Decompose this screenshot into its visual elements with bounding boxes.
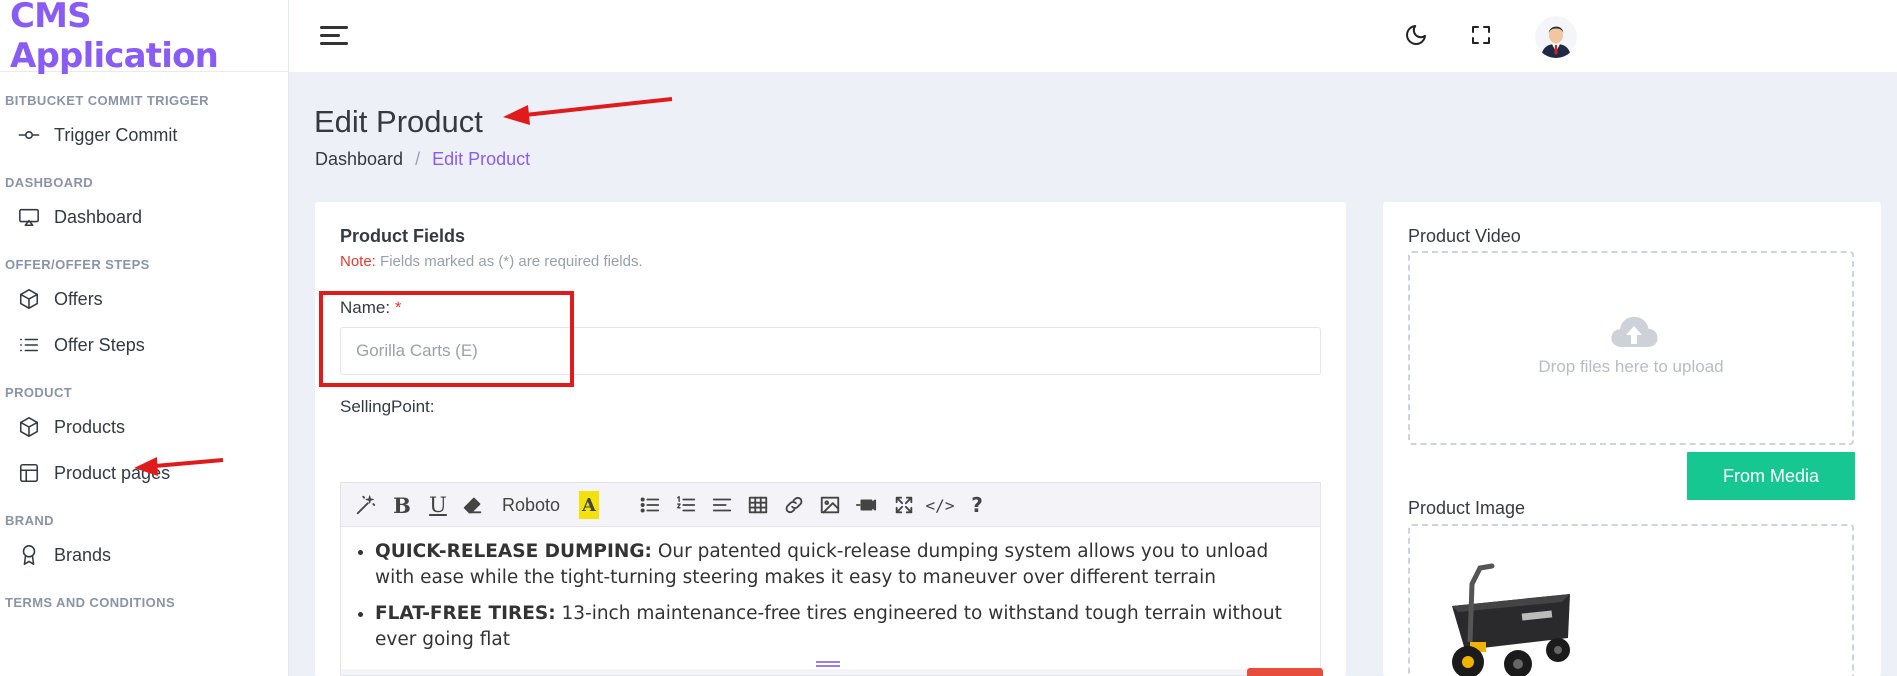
editor-toolbar: B U Roboto A </> ? (341, 483, 1320, 527)
help-icon[interactable]: ? (967, 491, 987, 519)
sidebar-item-label: Product pages (54, 462, 171, 483)
list-icon (17, 333, 41, 357)
image-dropzone[interactable] (1408, 524, 1854, 676)
app-logo[interactable]: CMS Application (0, 0, 288, 76)
link-icon[interactable] (781, 491, 807, 519)
required-note: Note: Fields marked as (*) are required … (340, 253, 643, 270)
bold-icon[interactable]: B (391, 491, 413, 519)
underline-icon[interactable]: U (427, 491, 449, 519)
editor-content[interactable]: QUICK-RELEASE DUMPING: Our patented quic… (341, 527, 1320, 653)
box-icon (17, 287, 41, 311)
cloud-upload-icon (1611, 316, 1658, 347)
product-image (1452, 563, 1570, 676)
breadcrumb-home[interactable]: Dashboard (315, 149, 403, 170)
code-view-icon[interactable]: </> (925, 491, 955, 519)
bullet-list-icon[interactable] (637, 491, 663, 519)
sidebar-item-offers[interactable]: Offers (0, 276, 288, 322)
editor-footer (341, 669, 1320, 675)
page-title: Edit Product (314, 104, 483, 139)
sidebar-item-label: Trigger Commit (54, 124, 178, 145)
product-image-title: Product Image (1408, 498, 1526, 518)
moon-icon[interactable] (1400, 19, 1432, 51)
video-icon[interactable] (853, 491, 879, 519)
sidebar: CMS Application BITBUCKET COMMIT TRIGGER… (0, 0, 289, 676)
from-media-button[interactable]: From Media (1687, 452, 1855, 500)
section-title-bitbucket: BITBUCKET COMMIT TRIGGER (5, 93, 209, 108)
breadcrumb: Dashboard / Edit Product (315, 149, 530, 170)
image-icon[interactable] (817, 491, 843, 519)
list-item: FLAT-FREE TIRES: 13-inch maintenance-fre… (375, 601, 1302, 653)
section-title-dashboard: DASHBOARD (5, 175, 94, 190)
sidebar-item-dashboard[interactable]: Dashboard (0, 194, 288, 240)
bullet-title: QUICK-RELEASE DUMPING: (375, 541, 652, 562)
align-icon[interactable] (709, 491, 735, 519)
note-text: Fields marked as (*) are required fields… (375, 253, 643, 270)
fullscreen-icon[interactable] (1465, 19, 1497, 51)
red-button-edge[interactable] (1247, 668, 1323, 676)
note-label: Note: (340, 253, 376, 270)
sidebar-item-brands[interactable]: Brands (0, 532, 288, 578)
section-title-brand: BRAND (5, 513, 54, 528)
media-card: Product Video Drop files here to upload … (1383, 202, 1881, 676)
video-dropzone[interactable]: Drop files here to upload (1408, 251, 1854, 445)
sidebar-item-products[interactable]: Products (0, 404, 288, 450)
numbered-list-icon[interactable] (673, 491, 699, 519)
topbar (289, 0, 1897, 72)
selling-points-list: QUICK-RELEASE DUMPING: Our patented quic… (375, 539, 1302, 653)
sidebar-item-label: Offer Steps (54, 334, 145, 355)
fullscreen-editor-icon[interactable] (891, 491, 917, 519)
hamburger-icon[interactable] (320, 24, 348, 48)
sidebar-menu: BITBUCKET COMMIT TRIGGER Trigger Commit … (0, 72, 288, 614)
award-icon (17, 543, 41, 567)
section-title-offers: OFFER/OFFER STEPS (5, 257, 150, 272)
section-title-terms: TERMS AND CONDITIONS (5, 595, 176, 610)
rich-text-editor[interactable]: B U Roboto A </> ? QUICK-RELEASE DUMPING… (340, 482, 1321, 676)
eraser-icon[interactable] (461, 491, 485, 519)
sidebar-item-label: Offers (54, 288, 103, 309)
product-video-title: Product Video (1408, 226, 1521, 246)
product-fields-card: Product Fields Note: Fields marked as (*… (315, 202, 1346, 676)
app-title: CMS Application (10, 0, 219, 76)
highlight-box (319, 291, 574, 387)
font-family-select[interactable]: Roboto (501, 491, 561, 519)
card-title: Product Fields (340, 226, 466, 246)
avatar[interactable] (1535, 16, 1577, 58)
sidebar-item-label: Products (54, 416, 126, 437)
sidebar-item-offer-steps[interactable]: Offer Steps (0, 322, 288, 368)
selling-point-label: SellingPoint: (340, 397, 435, 416)
highlight-color-icon[interactable]: A (579, 491, 599, 519)
breadcrumb-current: Edit Product (432, 149, 531, 169)
sidebar-item-trigger-commit[interactable]: Trigger Commit (0, 112, 288, 158)
sidebar-item-label: Brands (54, 544, 112, 565)
commit-icon (17, 123, 41, 147)
bullet-title: FLAT-FREE TIRES: (375, 603, 556, 624)
drop-text: Drop files here to upload (1538, 357, 1724, 376)
breadcrumb-separator: / (415, 149, 421, 169)
box-icon (17, 415, 41, 439)
sidebar-item-product-pages[interactable]: Product pages (0, 450, 288, 496)
monitor-icon (17, 205, 41, 229)
magic-wand-icon[interactable] (353, 491, 379, 519)
sidebar-item-label: Dashboard (54, 206, 143, 227)
editor-resize-handle[interactable] (816, 661, 840, 667)
table-icon[interactable] (745, 491, 771, 519)
section-title-product: PRODUCT (5, 385, 73, 400)
arrow-to-title (503, 97, 673, 125)
layout-icon (17, 461, 41, 485)
list-item: QUICK-RELEASE DUMPING: Our patented quic… (375, 539, 1302, 591)
